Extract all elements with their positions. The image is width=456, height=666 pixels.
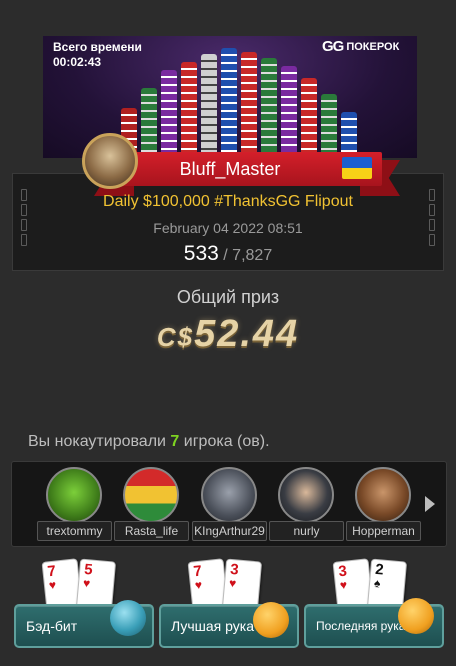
brand-name: ПОКЕРОК [346, 40, 400, 53]
knocked-player-name: trextommy [37, 521, 112, 541]
knocked-player-name: nurly [269, 521, 344, 541]
finish-position: 533 / 7,827 [0, 242, 456, 266]
ukraine-flag-icon [342, 157, 372, 179]
heart-suit-icon: ♥ [228, 575, 237, 591]
knocked-player[interactable]: KIngArthur29 [192, 467, 267, 543]
knocked-player[interactable]: nurly [269, 467, 344, 543]
gorilla-avatar-icon [201, 467, 257, 523]
prize-amount: C$52.44 [0, 313, 456, 356]
knocked-player-name: Rasta_life [114, 521, 189, 541]
knocked-player[interactable]: Rasta_life [114, 467, 189, 543]
crying-emoji-icon [110, 600, 146, 636]
knocked-player[interactable]: trextommy [37, 467, 112, 543]
thumbs-up-emoji-icon [253, 602, 289, 638]
best-hand-label: Лучшая рука [171, 618, 254, 634]
rasta-palm-avatar-icon [123, 467, 179, 523]
prize-label: Общий приз [176, 287, 280, 307]
knocked-player-name: Hopperman [346, 521, 421, 541]
dinosaur-avatar-icon [46, 467, 102, 523]
tournament-date: February 04 2022 08:51 [153, 220, 303, 236]
heart-suit-icon: ♥ [339, 577, 348, 593]
player-name: Bluff_Master [179, 159, 281, 179]
player-avatar [82, 133, 138, 189]
heart-suit-icon: ♥ [48, 577, 57, 593]
knockout-text-before: Вы нокаутировали [28, 433, 171, 450]
timer-value: 00:02:43 [53, 55, 102, 69]
knocked-player-name: KIngArthur29 [192, 521, 267, 541]
knocked-player[interactable]: Hopperman [346, 467, 421, 543]
finish-place: 533 [183, 242, 219, 265]
prize-currency: C$ [156, 322, 195, 352]
spade-suit-icon: ♠ [373, 575, 382, 591]
tournament-name: Daily $100,000 #ThanksGG Flipout [103, 193, 353, 210]
knockout-text-after: игрока (ов). [179, 433, 270, 450]
last-hand-label: Последняя рука [316, 619, 406, 633]
masked-man-avatar-icon [278, 467, 334, 523]
timer-label: Всего времени [53, 40, 142, 54]
bad-beat-button[interactable]: Бэд-бит [14, 600, 154, 648]
best-hand-button[interactable]: Лучшая рука [159, 602, 299, 648]
gg-logo-mark: GG [322, 38, 344, 55]
last-hand-button[interactable]: Последняя рука [304, 598, 444, 648]
mustache-man-avatar-icon [355, 467, 411, 523]
total-time: Всего времени 00:02:43 [53, 40, 142, 70]
knockout-count: 7 [170, 433, 180, 450]
heart-suit-icon: ♥ [194, 577, 203, 593]
brand-logo: GG ПОКЕРОК [322, 38, 399, 55]
prize-value: 52.44 [194, 313, 300, 355]
heart-suit-icon: ♥ [82, 575, 91, 591]
total-entries: / 7,827 [223, 247, 273, 264]
carousel-next-arrow-icon[interactable] [425, 496, 435, 512]
bad-beat-label: Бэд-бит [26, 618, 78, 634]
knockout-summary: Вы нокаутировали 7 игрока (ов). [28, 433, 270, 451]
waving-emoji-icon [398, 598, 434, 634]
